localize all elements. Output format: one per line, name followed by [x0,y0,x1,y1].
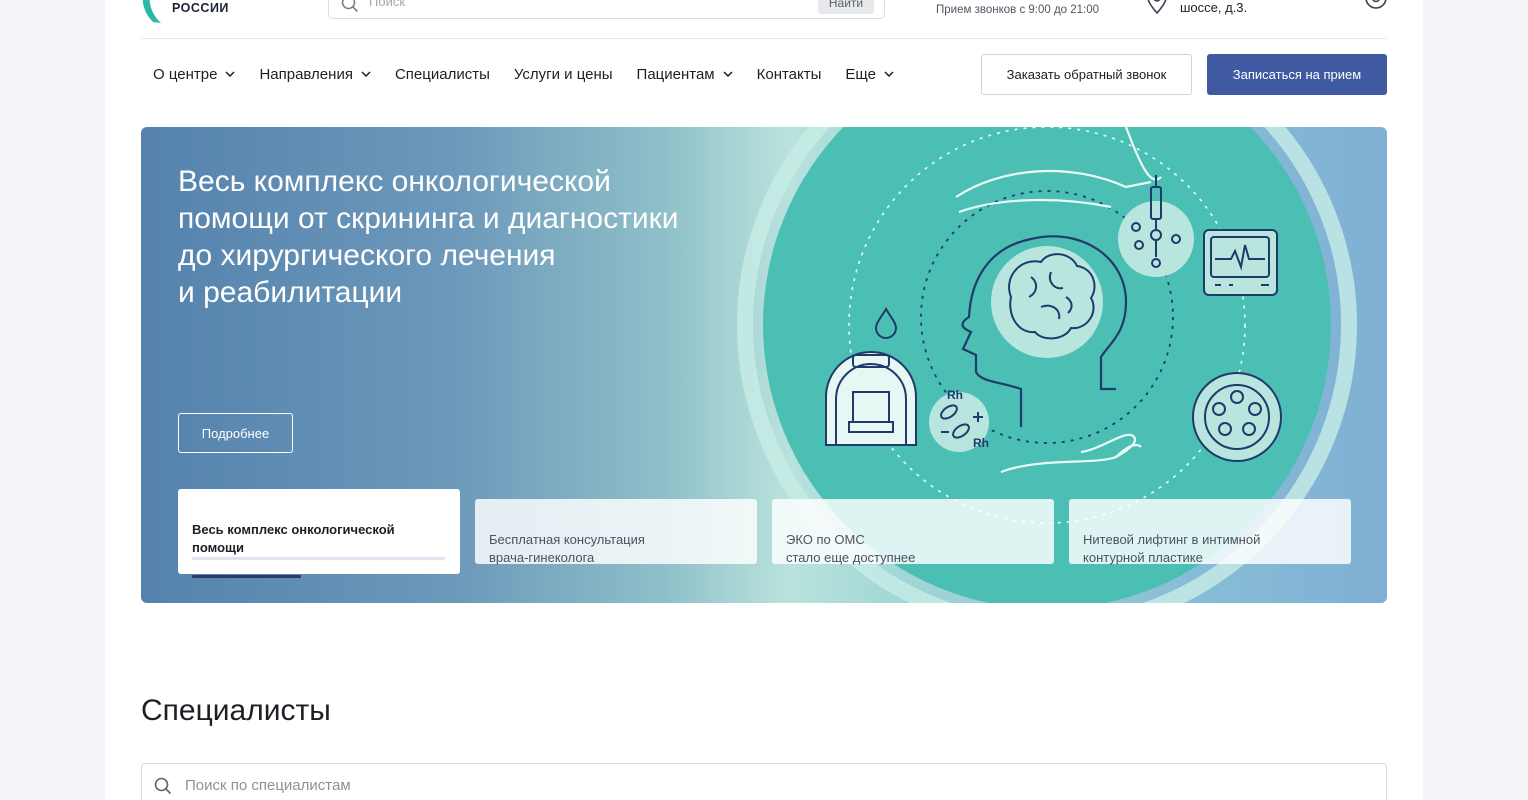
nav-item-label: Еще [845,65,876,83]
slide-tab-label: Нитевой лифтинг в интимной контурной пла… [1083,532,1261,565]
mri-scanner-icon [825,351,917,446]
nav-item-label: Пациентам [636,65,715,83]
logo-text: РОССИИ [172,1,229,15]
appointment-button[interactable]: Записаться на прием [1207,54,1387,95]
rh-label: Rh [973,436,989,450]
nav-item-specialists[interactable]: Специалисты [383,66,502,83]
nav-item-label: О центре [153,65,218,83]
logo[interactable]: РОССИИ [141,0,281,26]
nav-item-patients[interactable]: Пациентам [625,66,745,83]
call-hours-text: Прием звонков с 9:00 до 21:00 [936,4,1100,16]
hero-title: Весь комплекс онкологической помощи от с… [178,165,679,309]
monitor-icon [1203,229,1278,296]
chevron-down-icon [884,71,894,77]
site-search[interactable]: Поиск Найти [328,0,885,19]
nav-item-label: Услуги и цены [513,65,613,83]
header-divider [141,38,1387,39]
hero-banner: Rh Rh Весь комплекс онкологической помощ… [141,127,1387,603]
page-container: РОССИИ Поиск Найти Прием звонков с 9:00 … [105,0,1423,800]
location-pin-icon [1147,0,1167,14]
specialists-search[interactable]: Поиск по специалистам [141,763,1387,800]
chevron-down-icon [361,71,371,77]
slide-tab-label: ЭКО по ОМС стало еще доступнее [786,532,916,565]
slide-tab-label: Весь комплекс онкологической помощи [192,522,395,555]
nav-item-directions[interactable]: Направления [247,66,383,83]
rh-label: Rh [947,388,963,402]
nav-item-services[interactable]: Услуги и цены [502,66,625,83]
slide-tab[interactable]: Весь комплекс онкологической помощи [178,489,460,578]
nav-item-label: Направления [259,65,353,83]
slide-progress-fill [192,575,301,578]
specialists-search-input[interactable]: Поиск по специалистам [185,777,351,794]
slide-progress-bar [192,557,445,578]
nav-item-more[interactable]: Еще [833,66,906,83]
slide-tab[interactable]: Нитевой лифтинг в интимной контурной пла… [1069,499,1351,565]
nav-item-contacts[interactable]: Контакты [745,66,834,83]
chevron-down-icon [225,71,235,77]
search-input[interactable]: Поиск [369,0,405,9]
nav-item-label: Контакты [756,65,822,83]
logo-mark-icon [142,0,161,23]
nav-item-label: Специалисты [394,65,490,83]
chevron-down-icon [723,71,733,77]
slide-tab[interactable]: ЭКО по ОМС стало еще доступнее [772,499,1054,565]
search-icon [341,0,359,13]
search-submit-button[interactable]: Найти [818,0,874,14]
slide-tab[interactable]: Бесплатная консультация врача-гинеколога [475,499,757,565]
hero-more-button[interactable]: Подробнее [178,413,293,453]
callback-button[interactable]: Заказать обратный звонок [981,54,1192,95]
search-icon [154,777,172,795]
main-nav: О центре Направления Специалисты Услуги … [141,56,906,92]
address-text[interactable]: шоссе, д.3. [1180,0,1247,15]
specialists-heading: Специалисты [141,694,331,727]
nav-item-about[interactable]: О центре [141,66,247,83]
slide-tab-label: Бесплатная консультация врача-гинеколога [489,532,645,565]
accessibility-icon[interactable] [1362,0,1390,10]
